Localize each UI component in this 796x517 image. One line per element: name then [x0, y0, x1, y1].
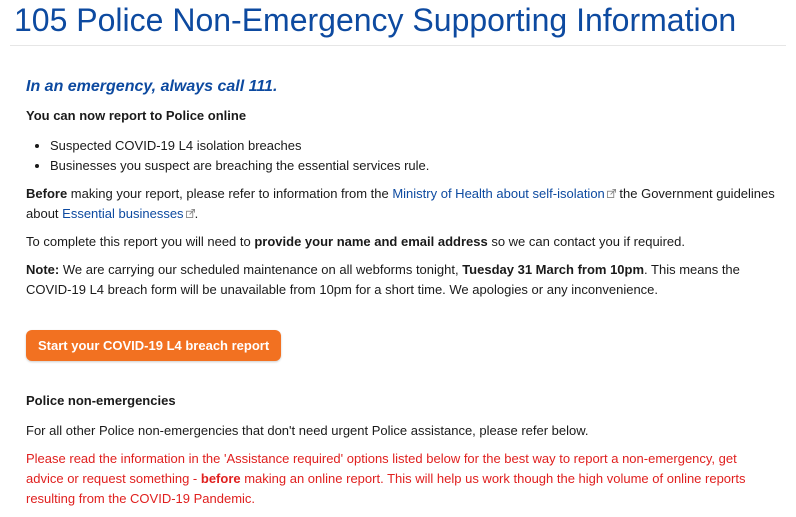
- note-text-1: We are carrying our scheduled maintenanc…: [59, 262, 463, 277]
- list-item: Suspected COVID-19 L4 isolation breaches: [50, 136, 776, 156]
- complete-text-1: To complete this report you will need to: [26, 234, 255, 249]
- essential-businesses-link[interactable]: Essential businesses: [62, 206, 183, 221]
- ministry-of-health-link[interactable]: Ministry of Health about self-isolation: [392, 186, 604, 201]
- complete-text-2: so we can contact you if required.: [487, 234, 685, 249]
- main-content: In an emergency, always call 111. You ca…: [26, 76, 776, 517]
- note-label: Note:: [26, 262, 60, 277]
- warning-paragraph: Please read the information in the 'Assi…: [26, 449, 776, 509]
- non-emergency-text: For all other Police non-emergencies tha…: [26, 423, 589, 438]
- emergency-notice: In an emergency, always call 111.: [26, 78, 278, 95]
- start-breach-report-button[interactable]: Start your COVID-19 L4 breach report: [26, 330, 282, 361]
- before-paragraph: Before making your report, please refer …: [26, 184, 776, 224]
- report-online-heading: You can now report to Police online: [26, 108, 247, 123]
- before-text-1: making your report, please refer to info…: [67, 186, 393, 201]
- report-items-list: Suspected COVID-19 L4 isolation breaches…: [26, 136, 776, 176]
- non-emergency-heading: Police non-emergencies: [26, 393, 176, 408]
- maintenance-note: Note: We are carrying our scheduled main…: [26, 260, 776, 300]
- external-link-icon: [606, 189, 616, 198]
- page-title: 105 Police Non-Emergency Supporting Info…: [14, 2, 737, 38]
- note-date: Tuesday 31 March from 10pm: [462, 262, 645, 277]
- complete-bold: provide your name and email address: [254, 234, 488, 249]
- title-divider: [10, 45, 786, 46]
- complete-report-paragraph: To complete this report you will need to…: [26, 232, 776, 252]
- before-text-3: .: [194, 206, 199, 221]
- list-item: Businesses you suspect are breaching the…: [50, 156, 776, 176]
- before-bold: Before: [26, 186, 68, 201]
- external-link-icon: [185, 209, 195, 218]
- warning-bold: before: [200, 471, 241, 486]
